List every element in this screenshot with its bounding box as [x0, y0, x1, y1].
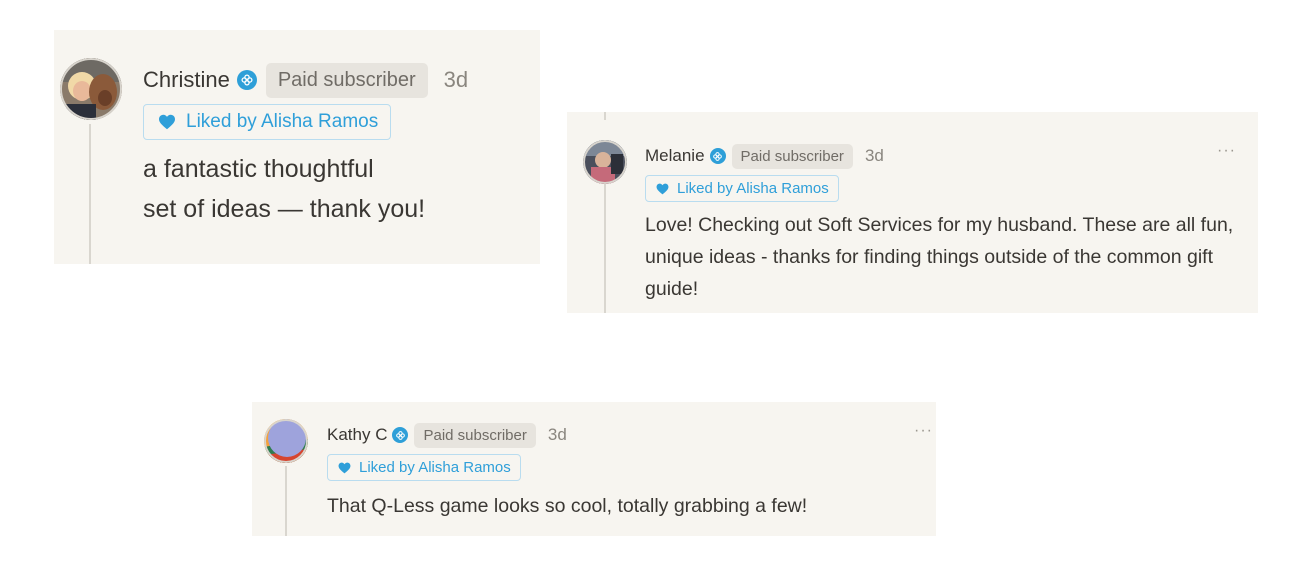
- liked-by-label: Liked by Alisha Ramos: [677, 180, 829, 197]
- comment-header: Melanie Paid subscriber 3d: [645, 142, 884, 170]
- thread-line-parent[interactable]: [604, 112, 606, 120]
- liked-by-label: Liked by Alisha Ramos: [186, 111, 379, 132]
- heart-icon: [338, 462, 351, 473]
- subscriber-badge-icon: [709, 148, 726, 164]
- comment-timestamp[interactable]: 3d: [444, 67, 468, 93]
- avatar[interactable]: [583, 140, 627, 184]
- comment-card-melanie: Melanie Paid subscriber 3d ··· Liked by …: [567, 112, 1258, 313]
- author-name[interactable]: Melanie: [645, 146, 705, 166]
- more-options-button[interactable]: ···: [1217, 142, 1236, 160]
- liked-by-author-badge: Liked by Alisha Ramos: [645, 175, 839, 202]
- comment-timestamp[interactable]: 3d: [865, 146, 884, 166]
- liked-by-label: Liked by Alisha Ramos: [359, 459, 511, 476]
- liked-by-author-badge: Liked by Alisha Ramos: [327, 454, 521, 481]
- comment-header: Kathy C Paid subscriber 3d: [327, 421, 567, 449]
- thread-line[interactable]: [285, 466, 287, 536]
- paid-subscriber-badge: Paid subscriber: [265, 62, 428, 98]
- heart-icon: [159, 114, 175, 130]
- author-name[interactable]: Kathy C: [327, 425, 387, 445]
- comment-body: a fantastic thoughtful set of ideas — th…: [143, 150, 533, 228]
- comment-card-christine: Christine Paid subscriber 3d Liked by Al…: [54, 30, 540, 264]
- paid-subscriber-badge: Paid subscriber: [414, 422, 536, 448]
- comment-body: Love! Checking out Soft Services for my …: [645, 214, 1234, 300]
- subscriber-badge-icon: [236, 70, 257, 90]
- comment-header: Christine Paid subscriber 3d: [143, 62, 468, 98]
- more-options-button[interactable]: ···: [914, 422, 933, 440]
- paid-subscriber-badge: Paid subscriber: [731, 143, 853, 169]
- avatar[interactable]: [264, 419, 308, 463]
- comment-card-kathy: Kathy C Paid subscriber 3d ··· Liked by …: [252, 402, 936, 536]
- comment-timestamp[interactable]: 3d: [548, 425, 567, 445]
- subscriber-badge-icon: [392, 427, 409, 443]
- avatar[interactable]: [60, 58, 122, 120]
- liked-by-author-badge: Liked by Alisha Ramos: [143, 104, 392, 140]
- author-name[interactable]: Christine: [143, 67, 230, 93]
- comment-body-line: a fantastic thoughtful: [143, 155, 374, 183]
- thread-line[interactable]: [604, 184, 606, 313]
- comment-body: That Q-Less game looks so cool, totally …: [327, 495, 808, 517]
- comment-body-line: set of ideas — thank you!: [143, 195, 426, 223]
- thread-line[interactable]: [89, 124, 91, 264]
- heart-icon: [656, 183, 669, 194]
